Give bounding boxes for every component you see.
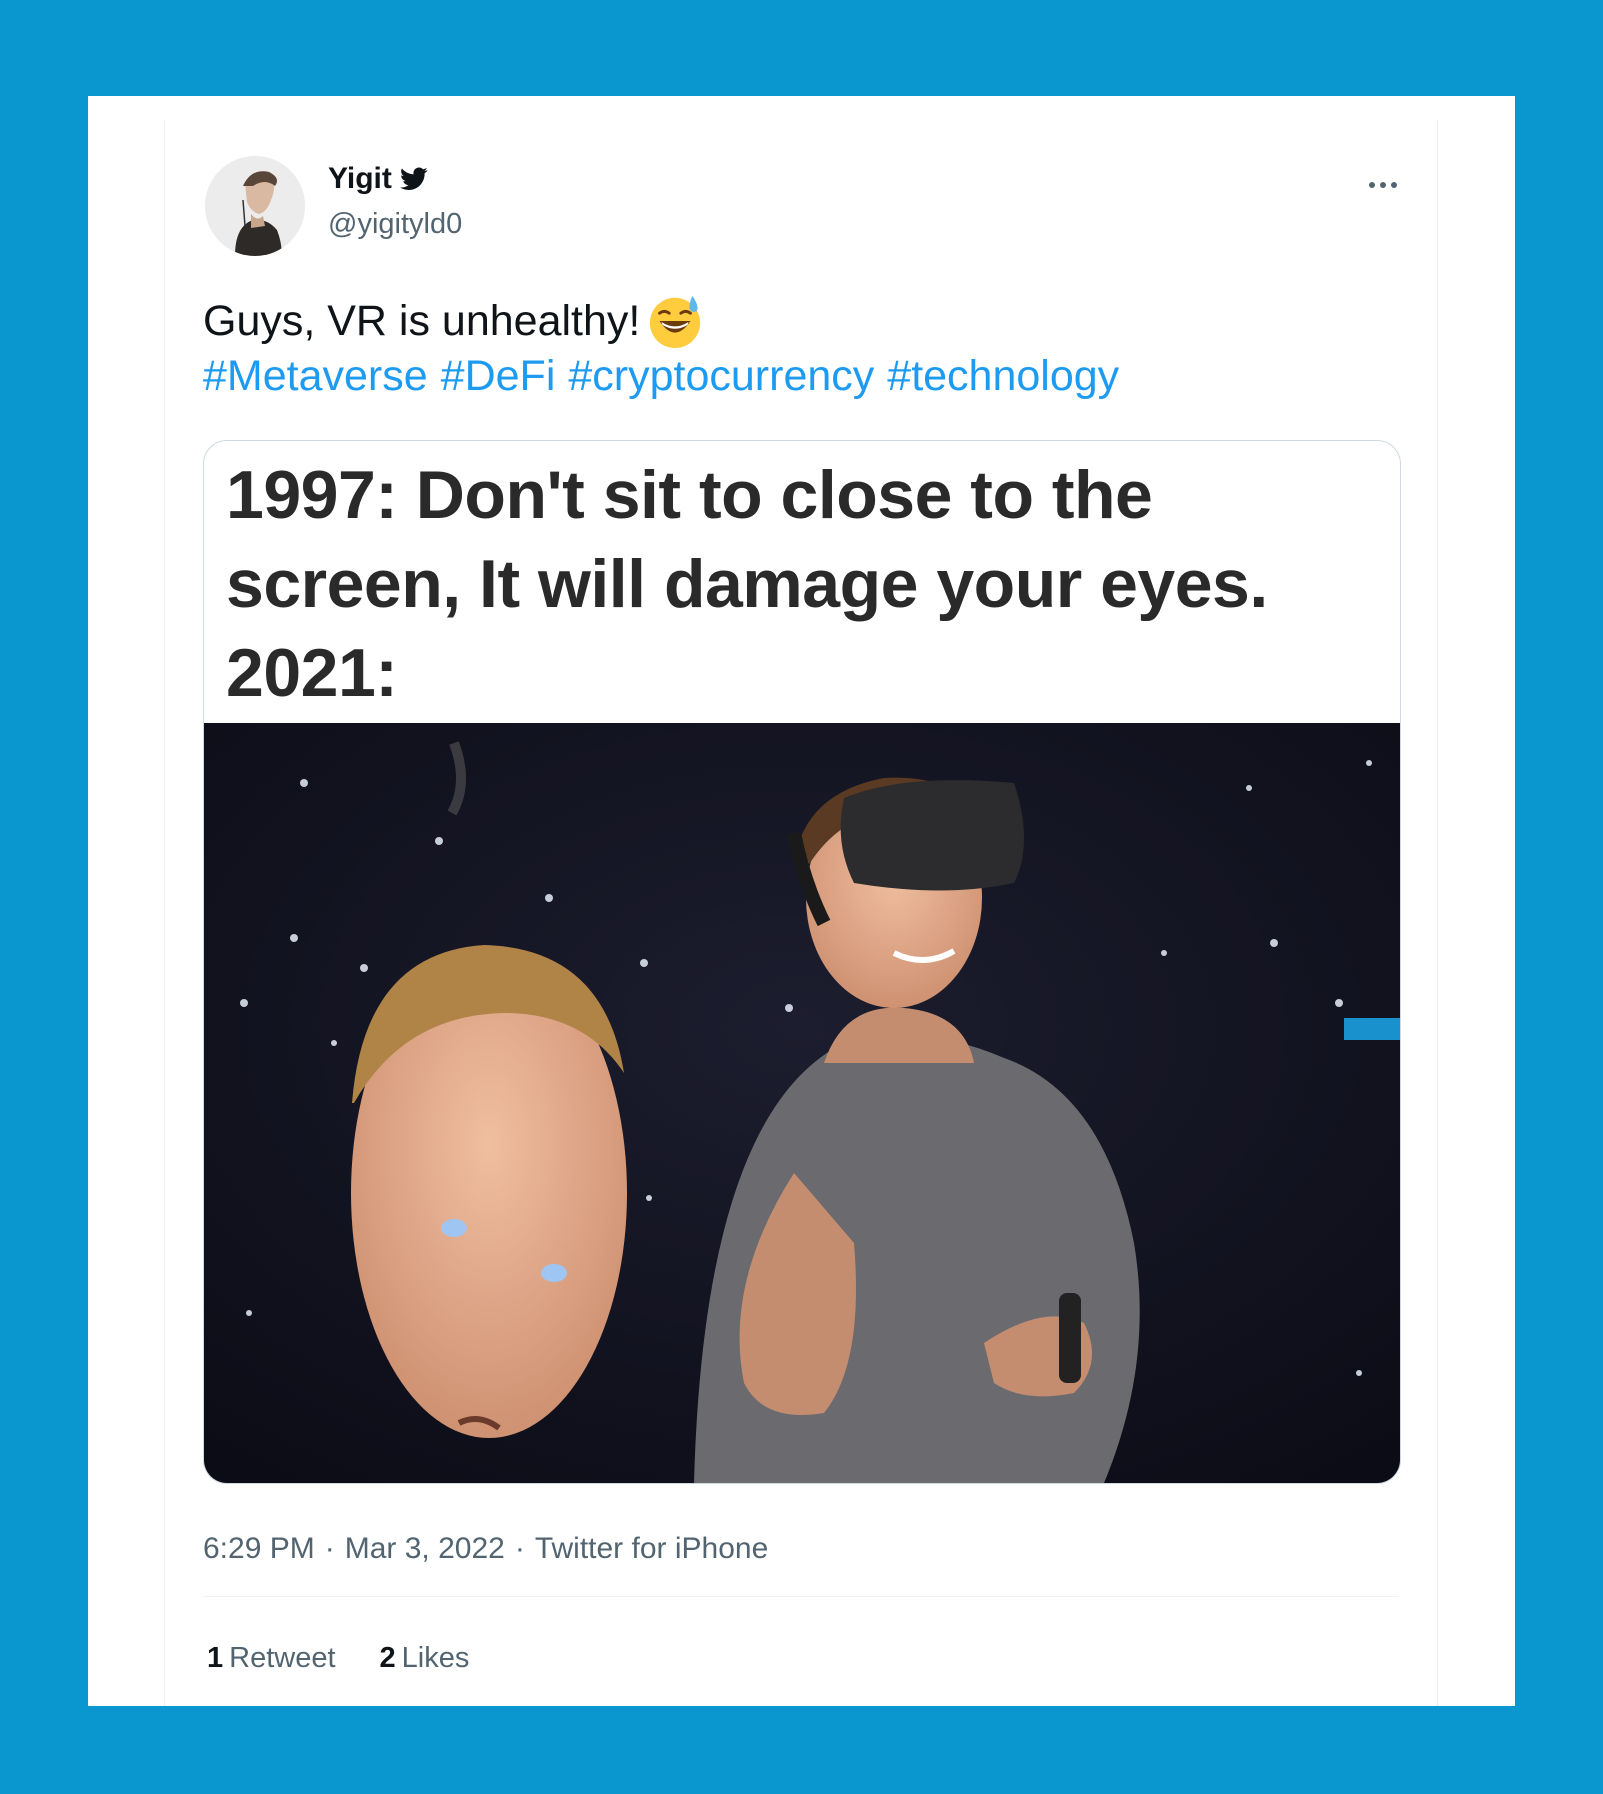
author-name-row[interactable]: Yigit [328, 162, 428, 196]
hashtags: #Metaverse #DeFi #cryptocurrency #techno… [203, 352, 1119, 401]
divider [203, 1596, 1399, 1597]
author-handle[interactable]: @yigityld0 [328, 208, 462, 241]
meta-separator: · [324, 1532, 335, 1565]
tweet-time[interactable]: 6:29 PM [203, 1532, 315, 1566]
retweets-label: Retweet [229, 1642, 336, 1674]
hashtag-metaverse[interactable]: #Metaverse [203, 352, 428, 401]
tweet-stats: 1 Retweet 2 Likes [207, 1642, 469, 1675]
tweet-media[interactable]: 1997: Don't sit to close to the screen, … [203, 440, 1401, 1484]
tweet-date[interactable]: Mar 3, 2022 [345, 1532, 505, 1566]
meme-caption-line: 2021: [226, 635, 398, 711]
tweet-body: Guys, VR is unhealthy! [203, 296, 641, 345]
hashtag-technology[interactable]: #technology [887, 352, 1119, 401]
likes-label: Likes [401, 1642, 470, 1674]
meta-separator: · [514, 1532, 525, 1565]
avatar[interactable] [205, 156, 305, 256]
retweets-stat[interactable]: 1 Retweet [207, 1642, 336, 1675]
tweet-meta: 6:29 PM · Mar 3, 2022 · Twitter for iPho… [203, 1532, 768, 1566]
screenshot-frame: Yigit @yigityld0 Guys, VR is unhealthy! [88, 96, 1515, 1706]
meme-photo [204, 723, 1400, 1483]
meme-caption-line: 1997: Don't sit to close to the [226, 457, 1153, 533]
likes-stat[interactable]: 2 Likes [380, 1642, 470, 1675]
retweets-count: 1 [207, 1642, 224, 1674]
hashtag-cryptocurrency[interactable]: #cryptocurrency [568, 352, 874, 401]
dot [1369, 182, 1375, 188]
author-name[interactable]: Yigit [328, 162, 392, 196]
dot [1380, 182, 1386, 188]
tweet-text: Guys, VR is unhealthy! [203, 292, 704, 350]
meme-caption-line: screen, It will damage your eyes. [226, 546, 1268, 622]
twitter-bird-icon [399, 167, 428, 190]
tweet-card: Yigit @yigityld0 Guys, VR is unhealthy! [164, 120, 1438, 1706]
likes-count: 2 [379, 1642, 396, 1674]
dot [1391, 182, 1397, 188]
tweet-source[interactable]: Twitter for iPhone [535, 1532, 768, 1566]
meme-caption: 1997: Don't sit to close to the screen, … [226, 451, 1376, 718]
grinning-face-with-sweat-emoji [650, 295, 701, 349]
hashtag-defi[interactable]: #DeFi [441, 352, 556, 401]
more-options-icon[interactable] [1369, 182, 1397, 188]
